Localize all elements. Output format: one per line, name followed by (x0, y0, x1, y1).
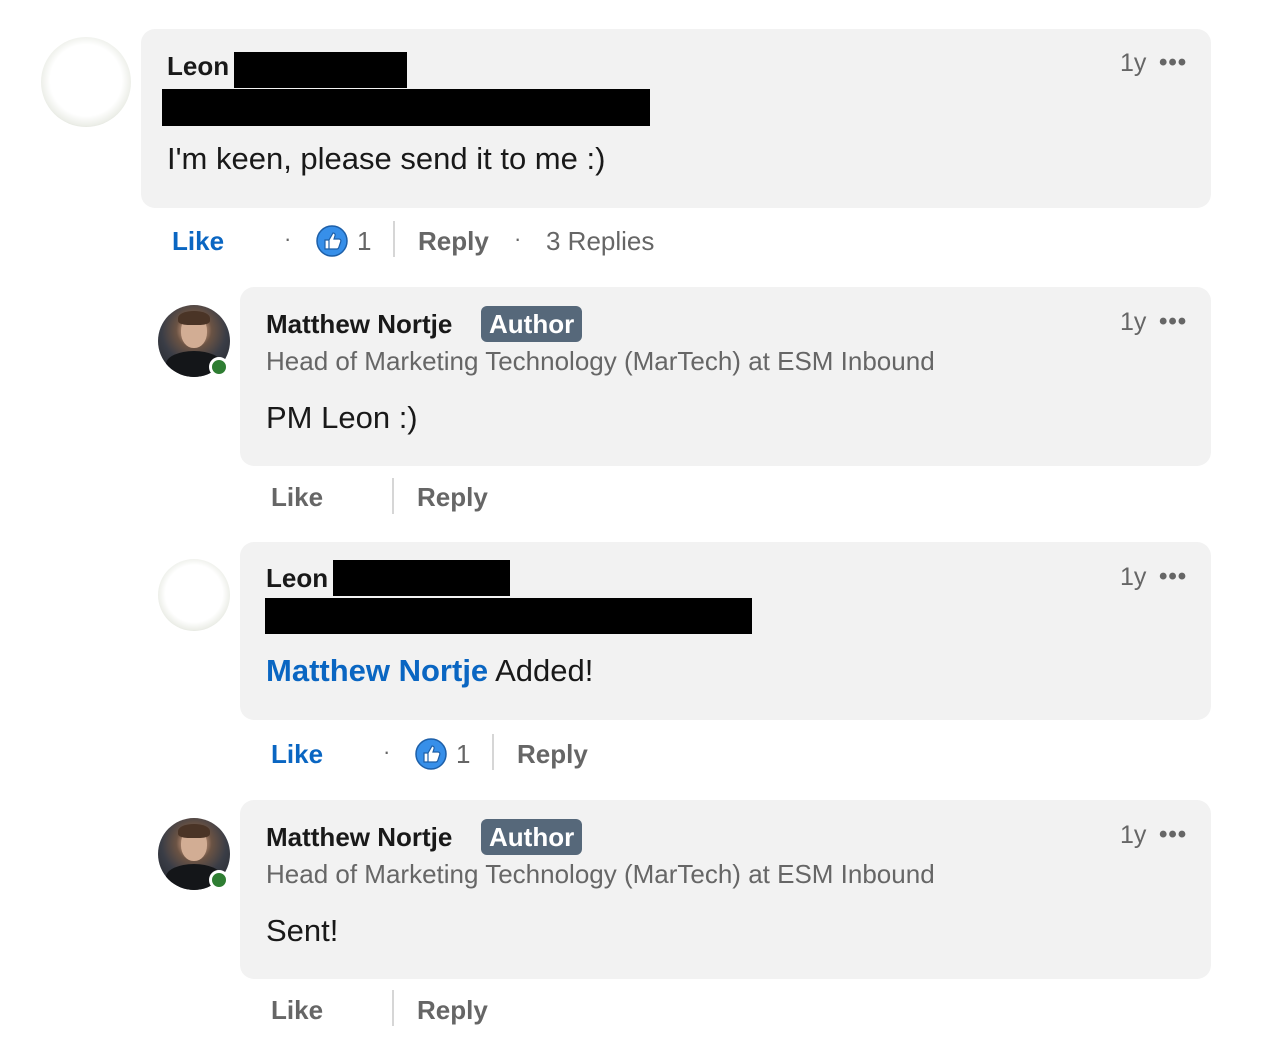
thumbs-up-icon[interactable] (415, 738, 447, 770)
more-options-icon[interactable]: ••• (1159, 308, 1187, 336)
avatar[interactable] (41, 37, 131, 127)
separator-dot: · (284, 226, 292, 251)
timestamp: 1y (1120, 49, 1147, 77)
timestamp: 1y (1120, 308, 1147, 336)
separator-dot: · (514, 226, 522, 251)
thumbs-up-icon[interactable] (316, 225, 348, 257)
reply-button[interactable]: Reply (417, 482, 488, 513)
commenter-headline: Head of Marketing Technology (MarTech) a… (266, 859, 935, 889)
commenter-headline: Head of Marketing Technology (MarTech) a… (266, 346, 935, 376)
avatar[interactable] (158, 305, 230, 377)
mention-link[interactable]: Matthew Nortje (266, 653, 488, 688)
commenter-name[interactable]: Matthew Nortje (266, 822, 452, 853)
reply-button[interactable]: Reply (417, 995, 488, 1026)
redaction-bar (162, 89, 650, 126)
comment-bubble: Leon I'm keen, please send it to me :) 1… (141, 29, 1211, 208)
divider (392, 990, 394, 1026)
separator-dot: · (383, 739, 391, 764)
reply-bubble: Leon Matthew Nortje Added! 1y ••• (240, 542, 1211, 720)
like-button[interactable]: Like (271, 482, 323, 513)
like-button[interactable]: Like (271, 739, 323, 770)
more-options-icon[interactable]: ••• (1159, 49, 1187, 77)
comment-text: PM Leon :) (266, 400, 418, 435)
reply-button[interactable]: Reply (517, 739, 588, 770)
like-button[interactable]: Like (271, 995, 323, 1026)
reaction-count[interactable]: 1 (357, 226, 371, 257)
commenter-name[interactable]: Matthew Nortje (266, 309, 452, 340)
author-badge: Author (481, 306, 583, 342)
more-options-icon[interactable]: ••• (1159, 821, 1187, 849)
redaction-bar (234, 52, 407, 88)
commenter-name[interactable]: Leon (266, 563, 328, 594)
comment-text-tail: Added! (488, 653, 594, 688)
avatar[interactable] (158, 559, 230, 631)
online-status-indicator (209, 357, 229, 377)
divider (492, 734, 494, 770)
reply-bubble: Matthew Nortje Author Head of Marketing … (240, 800, 1211, 979)
comment-text: Matthew Nortje Added! (266, 653, 593, 689)
timestamp: 1y (1120, 563, 1147, 591)
comment-text: Sent! (266, 913, 339, 948)
divider (393, 221, 395, 257)
divider (392, 478, 394, 514)
like-button[interactable]: Like (172, 226, 224, 257)
redaction-bar (265, 598, 752, 634)
replies-count-link[interactable]: 3 Replies (546, 226, 654, 257)
more-options-icon[interactable]: ••• (1159, 563, 1187, 591)
commenter-name[interactable]: Leon (167, 51, 229, 82)
avatar[interactable] (158, 818, 230, 890)
timestamp: 1y (1120, 821, 1147, 849)
redaction-bar (333, 560, 510, 596)
reaction-count[interactable]: 1 (456, 739, 470, 770)
comment-text: I'm keen, please send it to me :) (167, 141, 606, 176)
online-status-indicator (209, 870, 229, 890)
author-badge: Author (481, 819, 583, 855)
reply-bubble: Matthew Nortje Author Head of Marketing … (240, 287, 1211, 466)
reply-button[interactable]: Reply (418, 226, 489, 257)
